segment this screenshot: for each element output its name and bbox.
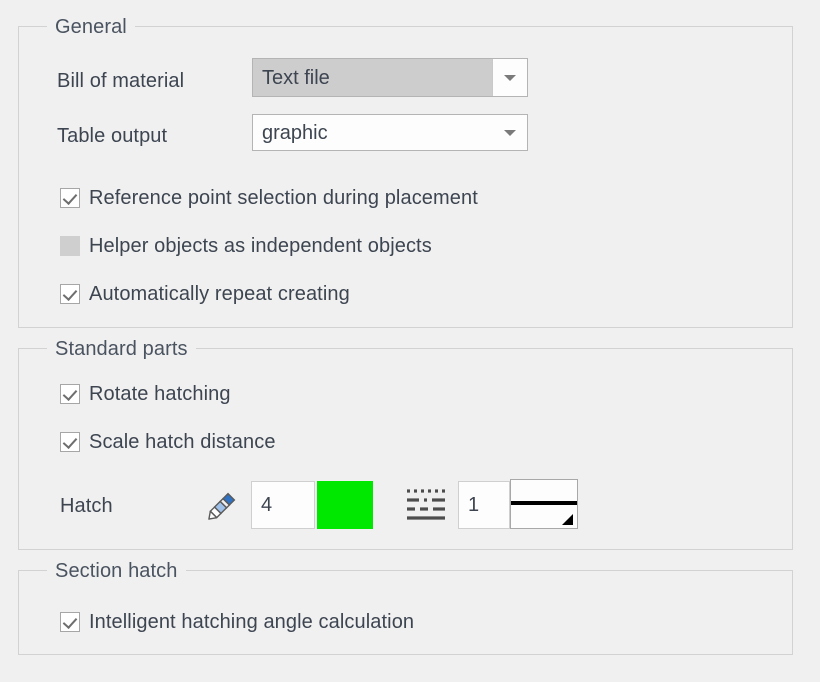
- label-bill-of-material: Bill of material: [57, 70, 185, 92]
- hatch-linestyle-value-input[interactable]: 1: [458, 481, 510, 529]
- checkbox-helper-objects: [60, 236, 80, 256]
- checkbox-automatically-repeat-creating-label: Automatically repeat creating: [89, 283, 350, 305]
- checkbox-intelligent-hatching-angle-label: Intelligent hatching angle calculation: [89, 611, 415, 633]
- checkbox-automatically-repeat-creating[interactable]: [60, 284, 80, 304]
- line-weight-line: [511, 501, 577, 505]
- checkbox-row-intelligent-hatching-angle[interactable]: Intelligent hatching angle calculation: [60, 610, 414, 634]
- combo-table-output[interactable]: graphic: [252, 114, 528, 151]
- checkbox-reference-point-selection-label: Reference point selection during placeme…: [89, 187, 478, 209]
- line-style-icon[interactable]: [406, 487, 452, 530]
- label-hatch: Hatch: [60, 495, 113, 517]
- checkbox-row-reference-point-selection[interactable]: Reference point selection during placeme…: [60, 186, 478, 210]
- checkbox-reference-point-selection[interactable]: [60, 188, 80, 208]
- group-section-hatch-legend: Section hatch: [47, 559, 186, 583]
- combo-table-output-toggle[interactable]: [493, 115, 527, 150]
- hatch-color-swatch[interactable]: [317, 481, 373, 529]
- checkbox-row-scale-hatch-distance[interactable]: Scale hatch distance: [60, 430, 276, 454]
- checkbox-scale-hatch-distance-label: Scale hatch distance: [89, 431, 276, 453]
- checkbox-row-rotate-hatching[interactable]: Rotate hatching: [60, 382, 231, 406]
- resize-grip-icon[interactable]: [562, 514, 573, 525]
- checkbox-scale-hatch-distance[interactable]: [60, 432, 80, 452]
- group-standard-parts-legend: Standard parts: [47, 337, 196, 361]
- line-weight-preview[interactable]: [510, 479, 578, 529]
- checkbox-intelligent-hatching-angle[interactable]: [60, 612, 80, 632]
- combo-table-output-value: graphic: [262, 121, 328, 144]
- checkbox-row-automatically-repeat-creating[interactable]: Automatically repeat creating: [60, 282, 350, 306]
- chevron-down-icon: [504, 74, 516, 81]
- hatch-pen-value-input[interactable]: 4: [251, 481, 315, 529]
- checkbox-row-helper-objects: Helper objects as independent objects: [60, 234, 432, 258]
- label-table-output: Table output: [57, 125, 168, 147]
- combo-bill-of-material-toggle[interactable]: [492, 59, 527, 96]
- chevron-down-icon: [504, 129, 516, 136]
- checkbox-helper-objects-label: Helper objects as independent objects: [89, 235, 432, 257]
- group-general-legend: General: [47, 15, 135, 39]
- pencil-icon[interactable]: [201, 485, 243, 532]
- combo-bill-of-material[interactable]: Text file: [252, 58, 528, 97]
- combo-bill-of-material-value: Text file: [253, 59, 492, 96]
- settings-panel: General Bill of material Text file Table…: [0, 0, 820, 682]
- checkbox-rotate-hatching-label: Rotate hatching: [89, 383, 231, 405]
- checkbox-rotate-hatching[interactable]: [60, 384, 80, 404]
